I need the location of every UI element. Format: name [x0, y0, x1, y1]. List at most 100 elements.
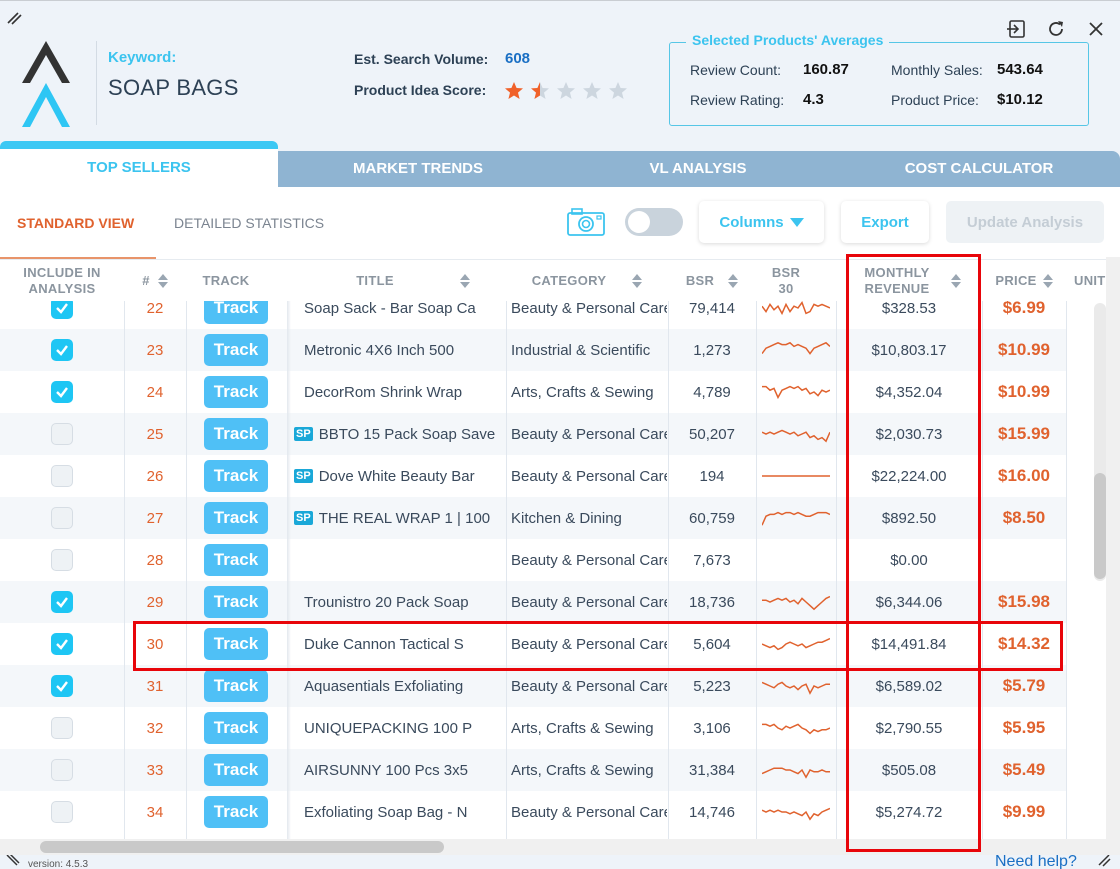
- tab-top-sellers[interactable]: TOP SELLERS: [0, 141, 278, 187]
- table-row[interactable]: 33 Track AIRSUNNY 100 Pcs 3x5 Arts, Craf…: [0, 749, 1066, 791]
- include-checkbox[interactable]: [51, 381, 73, 403]
- title-cell[interactable]: [294, 539, 506, 581]
- revenue-cell: $14,491.84: [871, 635, 947, 653]
- price-cell: $10.99: [998, 340, 1050, 359]
- header-price-label: PRICE: [995, 273, 1037, 288]
- track-button[interactable]: Track: [204, 670, 268, 702]
- title-cell[interactable]: UNIQUEPACKING 100 P: [294, 707, 506, 749]
- caret-down-icon: [789, 217, 804, 227]
- include-checkbox[interactable]: [51, 549, 73, 571]
- revenue-cell: $892.50: [881, 509, 937, 527]
- tab-market-trends[interactable]: MARKET TRENDS: [278, 151, 558, 187]
- include-cell: [42, 665, 82, 707]
- track-button[interactable]: Track: [204, 586, 268, 618]
- product-title: Exfoliating Soap Bag - N: [304, 803, 468, 821]
- title-cell[interactable]: SP BBTO 15 Pack Soap Save: [294, 413, 506, 455]
- include-checkbox[interactable]: [51, 759, 73, 781]
- subtab-standard-view[interactable]: STANDARD VIEW: [17, 215, 134, 231]
- bsr-cell: 5,604: [693, 635, 731, 653]
- track-button[interactable]: Track: [204, 460, 268, 492]
- table-row[interactable]: 25 Track SP BBTO 15 Pack Soap Save Beaut…: [0, 413, 1066, 455]
- review-rating-value: 4.3: [803, 91, 824, 108]
- track-button[interactable]: Track: [204, 418, 268, 450]
- category-cell: Arts, Crafts & Sewing: [511, 761, 654, 779]
- tab-vl-analysis[interactable]: VL ANALYSIS: [558, 151, 838, 187]
- resize-grip-icon[interactable]: [6, 853, 20, 867]
- title-cell[interactable]: SP THE REAL WRAP 1 | 100: [294, 497, 506, 539]
- product-title: Soap Sack - Bar Soap Ca: [304, 299, 476, 317]
- include-checkbox[interactable]: [51, 717, 73, 739]
- camera-icon[interactable]: [566, 207, 606, 237]
- track-button[interactable]: Track: [204, 628, 268, 660]
- column-divider: [756, 259, 757, 841]
- header-category[interactable]: CATEGORY: [506, 260, 668, 302]
- checkmark-icon: [56, 345, 68, 356]
- table-row[interactable]: 30 Track Duke Cannon Tactical S Beauty &…: [0, 623, 1066, 665]
- header-revenue[interactable]: MONTHLY REVENUE: [836, 260, 982, 302]
- header-include-label: INCLUDE IN ANALYSIS: [23, 265, 101, 296]
- bsr-cell: 60,759: [689, 509, 735, 527]
- category-cell: Beauty & Personal Care: [511, 551, 667, 569]
- title-cell[interactable]: Aquasentials Exfoliating: [294, 665, 506, 707]
- header-units[interactable]: UNIT: [1066, 260, 1106, 302]
- table-row[interactable]: 27 Track SP THE REAL WRAP 1 | 100 Kitche…: [0, 497, 1066, 539]
- include-checkbox[interactable]: [51, 423, 73, 445]
- track-button[interactable]: Track: [204, 754, 268, 786]
- header-price[interactable]: PRICE: [982, 260, 1066, 302]
- rank-cell: 34: [146, 803, 164, 821]
- include-checkbox[interactable]: [51, 507, 73, 529]
- bsr-sparkline: [762, 429, 830, 443]
- vertical-scrollbar-thumb[interactable]: [1094, 473, 1106, 579]
- header-title[interactable]: TITLE: [290, 260, 506, 302]
- export-icon[interactable]: [1006, 19, 1026, 39]
- title-cell[interactable]: DecorRom Shrink Wrap: [294, 371, 506, 413]
- track-button[interactable]: Track: [204, 796, 268, 828]
- sponsored-badge: SP: [294, 427, 313, 441]
- header-bsr[interactable]: BSR: [668, 260, 756, 302]
- header-rank[interactable]: #: [124, 260, 186, 302]
- resize-grip-icon[interactable]: [1097, 853, 1111, 867]
- include-checkbox[interactable]: [51, 339, 73, 361]
- table-row[interactable]: 29 Track Trounistro 20 Pack Soap Beauty …: [0, 581, 1066, 623]
- horizontal-scrollbar-thumb[interactable]: [40, 841, 444, 853]
- top-sellers-panel: STANDARD VIEW DETAILED STATISTICS Column…: [0, 187, 1120, 855]
- include-checkbox[interactable]: [51, 465, 73, 487]
- title-cell[interactable]: Metronic 4X6 Inch 500: [294, 329, 506, 371]
- checkmark-icon: [56, 639, 68, 650]
- table-row[interactable]: 23 Track Metronic 4X6 Inch 500 Industria…: [0, 329, 1066, 371]
- columns-button[interactable]: Columns: [699, 201, 824, 243]
- update-analysis-button[interactable]: Update Analysis: [946, 201, 1104, 243]
- subtab-detailed-statistics[interactable]: DETAILED STATISTICS: [174, 215, 324, 231]
- category-cell: Beauty & Personal Care: [511, 803, 667, 821]
- track-button[interactable]: Track: [204, 712, 268, 744]
- title-cell[interactable]: Exfoliating Soap Bag - N: [294, 791, 506, 833]
- title-cell[interactable]: SP Dove White Beauty Bar: [294, 455, 506, 497]
- include-checkbox[interactable]: [51, 675, 73, 697]
- title-cell[interactable]: AIRSUNNY 100 Pcs 3x5: [294, 749, 506, 791]
- table-row[interactable]: 31 Track Aquasentials Exfoliating Beauty…: [0, 665, 1066, 707]
- refresh-icon[interactable]: [1046, 19, 1066, 39]
- category-cell: Arts, Crafts & Sewing: [511, 383, 654, 401]
- track-button[interactable]: Track: [204, 502, 268, 534]
- include-checkbox[interactable]: [51, 801, 73, 823]
- title-cell[interactable]: Duke Cannon Tactical S: [294, 623, 506, 665]
- include-checkbox[interactable]: [51, 633, 73, 655]
- header-category-label: CATEGORY: [531, 273, 607, 288]
- table-row[interactable]: 26 Track SP Dove White Beauty Bar Beauty…: [0, 455, 1066, 497]
- include-cell: [42, 749, 82, 791]
- view-toggle[interactable]: [625, 208, 683, 236]
- resize-grip-icon[interactable]: [6, 10, 22, 26]
- table-row[interactable]: 24 Track DecorRom Shrink Wrap Arts, Craf…: [0, 371, 1066, 413]
- include-checkbox[interactable]: [51, 591, 73, 613]
- title-cell[interactable]: Trounistro 20 Pack Soap: [294, 581, 506, 623]
- tab-cost-calculator[interactable]: COST CALCULATOR: [838, 151, 1120, 187]
- table-row[interactable]: 32 Track UNIQUEPACKING 100 P Arts, Craft…: [0, 707, 1066, 749]
- need-help-link[interactable]: Need help?: [995, 853, 1077, 869]
- track-button[interactable]: Track: [204, 544, 268, 576]
- track-button[interactable]: Track: [204, 376, 268, 408]
- table-row[interactable]: 34 Track Exfoliating Soap Bag - N Beauty…: [0, 791, 1066, 833]
- export-button[interactable]: Export: [841, 201, 929, 243]
- table-row[interactable]: 28 Track Beauty & Personal Care 7,673 $0…: [0, 539, 1066, 581]
- close-icon[interactable]: [1086, 19, 1106, 39]
- track-button[interactable]: Track: [204, 334, 268, 366]
